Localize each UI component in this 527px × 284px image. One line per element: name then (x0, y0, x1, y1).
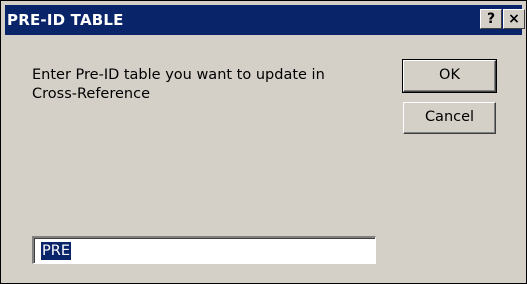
dialog-title: PRE-ID TABLE (7, 11, 124, 29)
help-button[interactable]: ? (480, 9, 502, 29)
ok-button[interactable]: OK (402, 59, 497, 93)
dialog-window: PRE-ID TABLE ? × Enter Pre-ID table you … (0, 0, 527, 284)
table-name-input[interactable]: PRE (32, 236, 376, 264)
cancel-button[interactable]: Cancel (403, 102, 496, 134)
close-icon: × (508, 11, 520, 27)
close-button[interactable]: × (503, 9, 525, 29)
help-icon: ? (486, 11, 496, 27)
title-bar[interactable]: PRE-ID TABLE ? × (5, 5, 525, 35)
prompt-text: Enter Pre-ID table you want to update in… (32, 67, 325, 102)
input-selected-text: PRE (41, 242, 71, 260)
